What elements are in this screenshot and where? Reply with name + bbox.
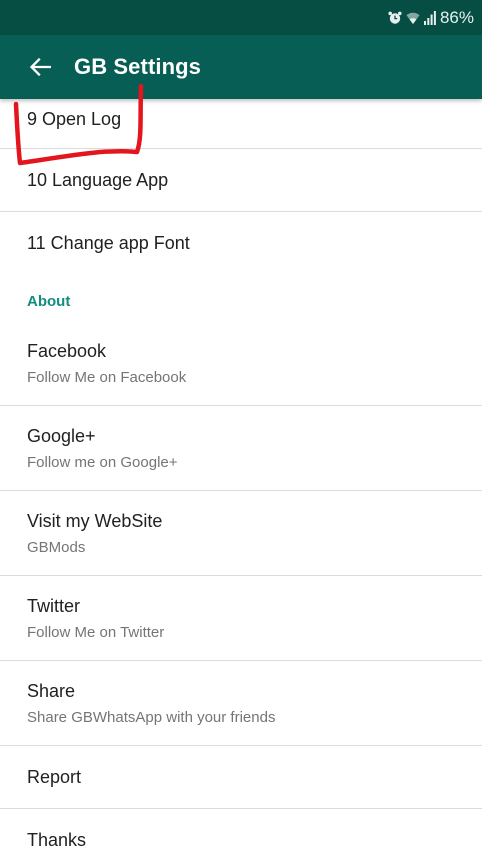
setting-title: 9 Open Log [27, 109, 122, 129]
status-bar: 86% [0, 0, 482, 35]
item-subtitle: Share GBWhatsApp with your friends [27, 709, 276, 726]
about-item-report[interactable]: Report [0, 746, 482, 809]
setting-change-app-font[interactable]: 11 Change app Font [0, 212, 482, 275]
item-subtitle: GBMods [27, 539, 86, 556]
item-title: Report [27, 767, 82, 787]
item-title: Twitter [27, 596, 81, 616]
item-title: Share [27, 681, 76, 701]
settings-list: 9 Open Log 10 Language App 11 Change app… [0, 99, 482, 847]
about-item-share[interactable]: Share Share GBWhatsApp with your friends [0, 661, 482, 746]
setting-open-log[interactable]: 9 Open Log [0, 99, 482, 149]
item-title: Visit my WebSite [27, 511, 163, 531]
item-subtitle: Follow Me on Facebook [27, 369, 187, 386]
about-item-website[interactable]: Visit my WebSite GBMods [0, 491, 482, 576]
arrow-left-icon [29, 58, 51, 76]
about-item-google-plus[interactable]: Google+ Follow me on Google+ [0, 406, 482, 491]
about-item-facebook[interactable]: Facebook Follow Me on Facebook [0, 321, 482, 406]
item-subtitle: Follow me on Google+ [27, 454, 178, 471]
item-subtitle: Follow Me on Twitter [27, 624, 165, 641]
wifi-icon [406, 10, 420, 25]
app-bar: GB Settings [0, 35, 482, 99]
battery-percentage: 86% [439, 7, 474, 27]
item-title: Google+ [27, 426, 96, 446]
about-item-twitter[interactable]: Twitter Follow Me on Twitter [0, 576, 482, 661]
signal-icon [423, 10, 436, 25]
setting-title: 10 Language App [27, 170, 169, 190]
item-title: Thanks [27, 830, 87, 847]
about-item-thanks[interactable]: Thanks [0, 809, 482, 847]
page-title: GB Settings [74, 54, 201, 79]
setting-language-app[interactable]: 10 Language App [0, 149, 482, 212]
about-section-header: About [27, 293, 71, 310]
item-title: Facebook [27, 341, 107, 361]
alarm-icon [388, 11, 402, 25]
back-button[interactable] [0, 35, 74, 99]
setting-title: 11 Change app Font [27, 233, 190, 253]
